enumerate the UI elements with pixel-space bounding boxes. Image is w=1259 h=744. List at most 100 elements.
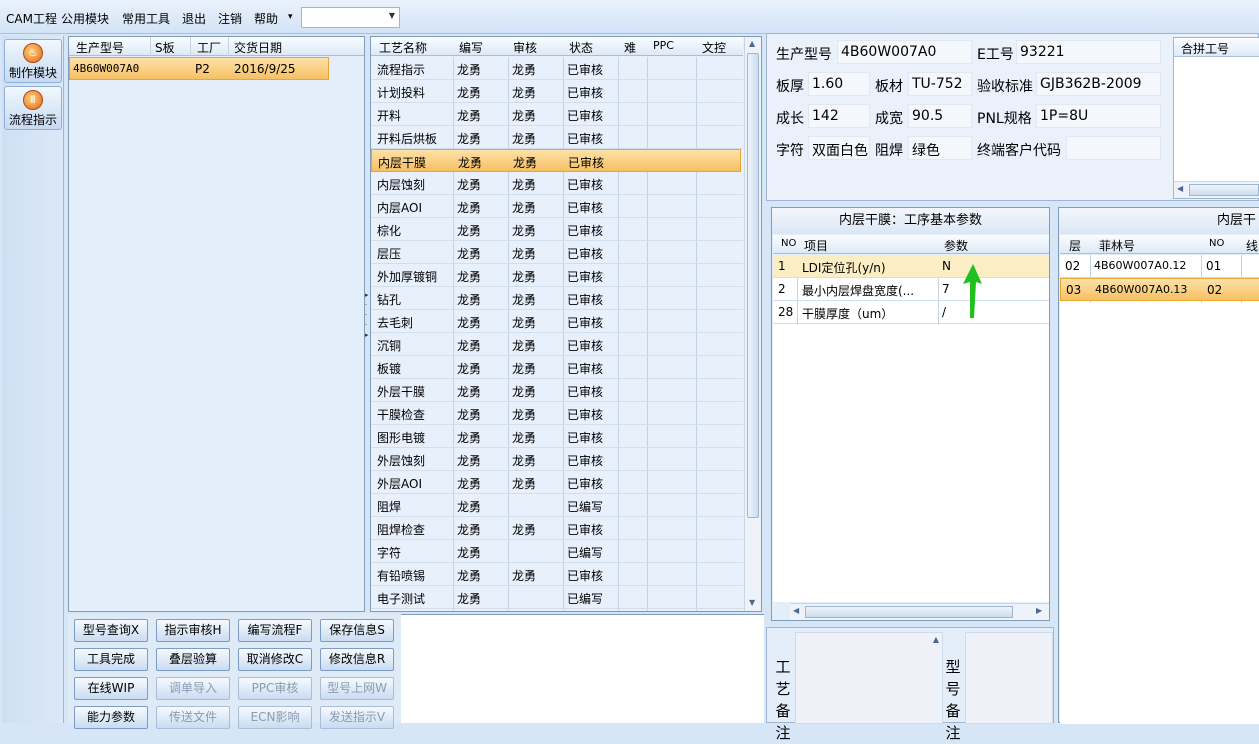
process-remark-field[interactable]: ▲ bbox=[795, 632, 943, 724]
table-row[interactable]: 阻焊 龙勇 已编写 bbox=[371, 494, 743, 517]
save-info-button[interactable]: 保存信息S bbox=[320, 619, 394, 642]
make-module-button[interactable]: ♨ 制作模块 bbox=[4, 39, 62, 83]
combine-list[interactable]: 合拼工号 ◀ bbox=[1173, 37, 1259, 199]
table-row[interactable]: 4B60W007A0 P2 2016/9/25 bbox=[69, 57, 329, 80]
table-row[interactable]: 干膜检查 龙勇 龙勇 已审核 bbox=[371, 402, 743, 425]
col-ppc[interactable]: PPC bbox=[653, 39, 674, 52]
scroll-up-icon[interactable]: ▲ bbox=[933, 635, 939, 644]
flow-guide-button[interactable]: Ⅱ 流程指示 bbox=[4, 86, 62, 130]
stack-check-button[interactable]: 叠层验算 bbox=[156, 648, 230, 671]
scroll-thumb[interactable] bbox=[805, 606, 1013, 618]
tool-done-button[interactable]: 工具完成 bbox=[74, 648, 148, 671]
col-s-board[interactable]: S板 bbox=[155, 39, 175, 56]
table-row[interactable]: 内层蚀刻 龙勇 龙勇 已审核 bbox=[371, 172, 743, 195]
table-row[interactable]: 钻孔 龙勇 龙勇 已审核 bbox=[371, 287, 743, 310]
menu-logout[interactable]: 注销 bbox=[218, 10, 242, 27]
capability-button[interactable]: 能力参数 bbox=[74, 706, 148, 729]
table-row[interactable]: 内层AOI 龙勇 龙勇 已审核 bbox=[371, 195, 743, 218]
table-row[interactable]: 字符 龙勇 已编写 bbox=[371, 540, 743, 563]
col-value[interactable]: 参数 bbox=[944, 237, 968, 254]
table-row[interactable]: 开料后烘板 龙勇 龙勇 已审核 bbox=[371, 126, 743, 149]
col-layer-no[interactable]: NO bbox=[1209, 238, 1224, 249]
table-row[interactable]: 03 4B60W007A0.13 02 bbox=[1060, 278, 1259, 301]
table-row[interactable]: 去毛刺 龙勇 龙勇 已审核 bbox=[371, 310, 743, 333]
table-row[interactable]: 1 LDI定位孔(y/n) N bbox=[773, 255, 1049, 278]
char-field[interactable]: 双面白色 bbox=[808, 136, 870, 160]
col-reviewer[interactable]: 审核 bbox=[513, 39, 537, 56]
col-doc-control[interactable]: 文控 bbox=[702, 39, 726, 56]
combine-hscrollbar[interactable]: ◀ bbox=[1174, 181, 1259, 198]
table-row[interactable]: 内层干膜 龙勇 龙勇 已审核 bbox=[371, 149, 741, 172]
table-row[interactable]: 层压 龙勇 龙勇 已审核 bbox=[371, 241, 743, 264]
table-row[interactable]: 28 干膜厚度（um） / bbox=[773, 301, 1049, 324]
col-process-name[interactable]: 工艺名称 bbox=[379, 39, 427, 56]
mask-field[interactable]: 绿色 bbox=[908, 136, 972, 160]
col-film[interactable]: 菲林号 bbox=[1099, 237, 1135, 254]
standard-field[interactable]: GJB362B-2009 bbox=[1036, 72, 1161, 96]
menu-public-module[interactable]: 公用模块 bbox=[61, 10, 109, 27]
table-row[interactable]: 沉铜 龙勇 龙勇 已审核 bbox=[371, 333, 743, 356]
table-row[interactable]: 有铅喷锡 龙勇 龙勇 已审核 bbox=[371, 563, 743, 586]
scroll-down-icon[interactable]: ▼ bbox=[749, 598, 755, 607]
model-query-button[interactable]: 型号查询X bbox=[74, 619, 148, 642]
col-writer[interactable]: 编写 bbox=[459, 39, 483, 56]
table-row[interactable]: 板镀 龙勇 龙勇 已审核 bbox=[371, 356, 743, 379]
col-model[interactable]: 生产型号 bbox=[76, 39, 124, 56]
send-file-button[interactable]: 传送文件 bbox=[156, 706, 230, 729]
length-field[interactable]: 142 bbox=[808, 104, 870, 128]
table-row[interactable]: 外层AOI 龙勇 龙勇 已审核 bbox=[371, 471, 743, 494]
scroll-up-icon[interactable]: ▲ bbox=[749, 39, 755, 48]
guide-review-button[interactable]: 指示审核H bbox=[156, 619, 230, 642]
customer-field[interactable] bbox=[1066, 136, 1161, 160]
table-row[interactable]: 棕化 龙勇 龙勇 已审核 bbox=[371, 218, 743, 241]
process-scrollbar[interactable]: ▲ ▼ bbox=[744, 37, 761, 611]
col-delivery-date[interactable]: 交货日期 bbox=[234, 39, 282, 56]
scroll-left-icon[interactable]: ◀ bbox=[1177, 184, 1183, 193]
col-factory[interactable]: 工厂 bbox=[197, 39, 221, 56]
ppc-review-button[interactable]: PPC审核 bbox=[238, 677, 312, 700]
table-row[interactable]: 外加厚镀铜 龙勇 龙勇 已审核 bbox=[371, 264, 743, 287]
pnl-field[interactable]: 1P=8U bbox=[1036, 104, 1161, 128]
cancel-modify-button[interactable]: 取消修改C bbox=[238, 648, 312, 671]
ecn-impact-button[interactable]: ECN影响 bbox=[238, 706, 312, 729]
chevron-down-icon[interactable]: ▼ bbox=[389, 11, 395, 20]
col-difficulty[interactable]: 难 bbox=[624, 39, 636, 56]
table-row[interactable]: 外层干膜 龙勇 龙勇 已审核 bbox=[371, 379, 743, 402]
scroll-left-icon[interactable]: ◀ bbox=[793, 606, 799, 615]
width-field[interactable]: 90.5 bbox=[908, 104, 972, 128]
table-row[interactable]: 外层蚀刻 龙勇 龙勇 已审核 bbox=[371, 448, 743, 471]
scroll-right-icon[interactable]: ▶ bbox=[1036, 606, 1042, 615]
scroll-thumb[interactable] bbox=[1189, 184, 1259, 196]
table-row[interactable]: 计划投料 龙勇 龙勇 已审核 bbox=[371, 80, 743, 103]
thickness-field[interactable]: 1.60 bbox=[808, 72, 870, 96]
col-status[interactable]: 状态 bbox=[569, 39, 593, 56]
table-row[interactable]: 阻焊检查 龙勇 龙勇 已审核 bbox=[371, 517, 743, 540]
menu-exit[interactable]: 退出 bbox=[182, 10, 206, 27]
send-guide-button[interactable]: 发送指示V bbox=[320, 706, 394, 729]
table-row[interactable]: 图形电镀 龙勇 龙勇 已审核 bbox=[371, 425, 743, 448]
table-row[interactable]: 02 4B60W007A0.12 01 bbox=[1060, 255, 1259, 278]
splitter-handle[interactable]: ▸ · · · ▸ bbox=[365, 290, 370, 360]
eno-field[interactable]: 93221 bbox=[1016, 40, 1161, 64]
model-remark-field[interactable] bbox=[965, 632, 1053, 724]
scroll-thumb[interactable] bbox=[747, 53, 759, 518]
import-order-button[interactable]: 调单导入 bbox=[156, 677, 230, 700]
col-layer[interactable]: 层 bbox=[1069, 237, 1081, 254]
menu-cam[interactable]: CAM工程 bbox=[6, 10, 57, 27]
material-field[interactable]: TU-752 bbox=[908, 72, 972, 96]
menu-common-tools[interactable]: 常用工具 bbox=[122, 10, 170, 27]
params-hscrollbar[interactable]: ◀ ▶ bbox=[790, 603, 1049, 620]
table-row[interactable]: 电子测试 龙勇 已编写 bbox=[371, 586, 743, 609]
col-item[interactable]: 项目 bbox=[804, 237, 828, 254]
menu-help[interactable]: 帮助 bbox=[254, 10, 278, 27]
menu-combo-box[interactable]: ▼ bbox=[301, 7, 400, 28]
modify-info-button[interactable]: 修改信息R bbox=[320, 648, 394, 671]
online-wip-button[interactable]: 在线WIP bbox=[74, 677, 148, 700]
table-row[interactable]: 流程指示 龙勇 龙勇 已审核 bbox=[371, 57, 743, 80]
table-row[interactable]: 开料 龙勇 龙勇 已审核 bbox=[371, 103, 743, 126]
table-row[interactable]: 2 最小内层焊盘宽度(... 7 bbox=[773, 278, 1049, 301]
col-line[interactable]: 线 bbox=[1246, 237, 1258, 254]
menu-dropdown-arrow-icon[interactable]: ▾ bbox=[288, 12, 293, 22]
model-field[interactable]: 4B60W007A0 bbox=[837, 40, 972, 64]
edit-flow-button[interactable]: 编写流程F bbox=[238, 619, 312, 642]
